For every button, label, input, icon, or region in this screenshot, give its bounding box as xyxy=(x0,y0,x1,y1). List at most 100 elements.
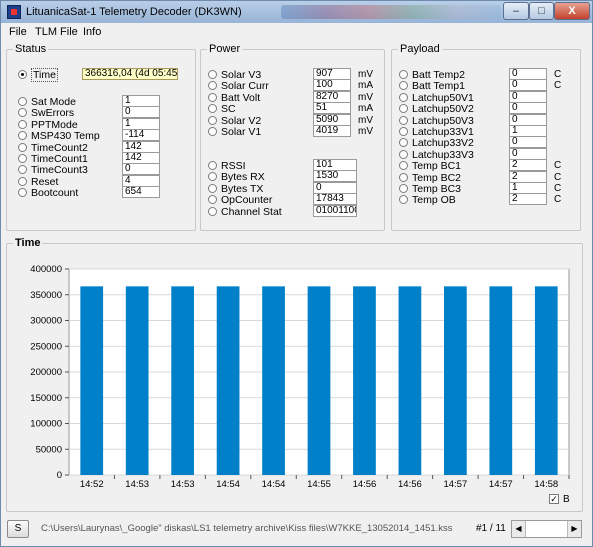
payload-value-latchup33v1[interactable]: 1 xyxy=(509,125,547,137)
status-value-msp430-temp[interactable]: -114 xyxy=(122,129,160,142)
status-row-pptmode[interactable]: PPTMode 1 xyxy=(18,117,188,131)
scroll-thumb[interactable] xyxy=(528,522,566,536)
power-radio-solar-v2[interactable] xyxy=(208,115,217,125)
power-value-solar-v3[interactable]: 907 xyxy=(313,68,351,80)
status-radio-msp430-temp[interactable] xyxy=(18,131,27,141)
payload-radio-latchup33v2[interactable] xyxy=(399,138,408,148)
time-radio[interactable] xyxy=(18,70,27,79)
scroll-right-arrow-icon[interactable]: ▶ xyxy=(567,521,581,537)
status-radio-bootcount[interactable] xyxy=(18,188,27,198)
payload-radio-temp-ob[interactable] xyxy=(399,195,408,205)
payload-radio-batt-temp1[interactable] xyxy=(399,81,408,91)
status-value-timecount1[interactable]: 142 xyxy=(122,152,160,164)
power-row-batt-volt[interactable]: Batt Volt 8270 mV xyxy=(208,90,378,104)
menu-file[interactable]: File xyxy=(9,26,27,38)
status-radio-sat-mode[interactable] xyxy=(18,97,27,106)
payload-value-temp-bc2[interactable]: 2 xyxy=(509,170,547,183)
payload-radio-temp-bc2[interactable] xyxy=(399,172,408,182)
power-row-solar-v2[interactable]: Solar V2 5090 mV xyxy=(208,113,378,127)
payload-row-temp-bc3[interactable]: Temp BC3 1 C xyxy=(399,182,574,195)
payload-radio-latchup50v1[interactable] xyxy=(399,92,408,102)
menu-tlm-file[interactable]: TLM File xyxy=(35,26,78,38)
power-value-rssi[interactable]: 101 xyxy=(313,159,357,171)
payload-value-temp-bc1[interactable]: 2 xyxy=(509,159,547,172)
payload-radio-latchup33v3[interactable] xyxy=(399,149,408,159)
power-value-solar-v2[interactable]: 5090 xyxy=(313,113,351,126)
status-radio-swerrors[interactable] xyxy=(18,108,27,118)
power-value-channel-stat[interactable]: 01001100 xyxy=(313,204,357,217)
b-checkbox[interactable]: ✓ xyxy=(549,494,559,504)
power-radio-solar-v1[interactable] xyxy=(208,127,217,136)
payload-radio-temp-bc1[interactable] xyxy=(399,161,408,171)
status-value-pptmode[interactable]: 1 xyxy=(122,117,160,130)
power-value-opcounter[interactable]: 17843 xyxy=(313,193,357,206)
payload-value-batt-temp2[interactable]: 0 xyxy=(509,68,547,80)
payload-value-batt-temp1[interactable]: 0 xyxy=(509,79,547,92)
status-value-bootcount[interactable]: 654 xyxy=(122,186,160,199)
power-radio-bytes-tx[interactable] xyxy=(208,183,217,193)
payload-value-latchup50v3[interactable]: 0 xyxy=(509,113,547,126)
payload-row-temp-ob[interactable]: Temp OB 2 C xyxy=(399,193,574,206)
s-button[interactable]: S xyxy=(7,520,29,538)
status-radio-timecount3[interactable] xyxy=(18,165,27,175)
status-radio-timecount2[interactable] xyxy=(18,142,27,152)
record-scrollbar[interactable]: ◀ ▶ xyxy=(511,520,582,538)
status-row-msp430-temp[interactable]: MSP430 Temp -114 xyxy=(18,129,188,142)
status-value-timecount3[interactable]: 0 xyxy=(122,163,160,176)
close-button[interactable]: X xyxy=(554,2,590,20)
status-radio-timecount1[interactable] xyxy=(18,154,27,163)
scroll-left-arrow-icon[interactable]: ◀ xyxy=(512,521,526,537)
payload-row-temp-bc2[interactable]: Temp BC2 2 C xyxy=(399,170,574,184)
minimize-button[interactable]: – xyxy=(503,2,529,20)
power-value-solar-v1[interactable]: 4019 xyxy=(313,125,351,137)
status-row-timecount3[interactable]: TimeCount3 0 xyxy=(18,163,188,176)
power-radio-sc[interactable] xyxy=(208,104,217,114)
payload-row-batt-temp2[interactable]: Batt Temp2 0 C xyxy=(399,68,574,81)
power-value-batt-volt[interactable]: 8270 xyxy=(313,90,351,103)
payload-row-batt-temp1[interactable]: Batt Temp1 0 C xyxy=(399,79,574,92)
payload-radio-latchup50v2[interactable] xyxy=(399,104,408,114)
status-radio-reset[interactable] xyxy=(18,176,27,186)
payload-row-latchup50v1[interactable]: Latchup50V1 0 xyxy=(399,90,574,104)
status-value-reset[interactable]: 4 xyxy=(122,174,160,187)
status-time-row[interactable]: Time 366316,04 (4d 05:45:16 xyxy=(18,68,188,82)
payload-radio-temp-bc3[interactable] xyxy=(399,184,408,193)
payload-value-temp-ob[interactable]: 2 xyxy=(509,193,547,206)
power-radio-solar-v3[interactable] xyxy=(208,70,217,79)
title-bar[interactable]: LituanicaSat-1 Telemetry Decoder (DK3WN)… xyxy=(1,1,592,23)
power-row-sc[interactable]: SC 51 mA xyxy=(208,102,378,115)
status-row-bootcount[interactable]: Bootcount 654 xyxy=(18,186,188,199)
power-radio-opcounter[interactable] xyxy=(208,195,217,205)
status-row-sat-mode[interactable]: Sat Mode 1 xyxy=(18,95,188,108)
status-row-timecount2[interactable]: TimeCount2 142 xyxy=(18,140,188,154)
payload-row-latchup50v2[interactable]: Latchup50V2 0 xyxy=(399,102,574,115)
power-radio-batt-volt[interactable] xyxy=(208,92,217,102)
power-value-sc[interactable]: 51 xyxy=(313,102,351,115)
time-value[interactable]: 366316,04 (4d 05:45:16 xyxy=(82,68,178,80)
power-value-bytes-tx[interactable]: 0 xyxy=(313,181,357,194)
payload-row-latchup50v3[interactable]: Latchup50V3 0 xyxy=(399,113,574,127)
power-value-solar-curr[interactable]: 100 xyxy=(313,79,351,92)
payload-radio-latchup33v1[interactable] xyxy=(399,127,408,136)
payload-row-latchup33v3[interactable]: Latchup33V3 0 xyxy=(399,147,574,161)
power-row-solar-curr[interactable]: Solar Curr 100 mA xyxy=(208,79,378,92)
payload-value-latchup50v2[interactable]: 0 xyxy=(509,102,547,115)
power-radio-rssi[interactable] xyxy=(208,161,217,170)
power-row-solar-v3[interactable]: Solar V3 907 mV xyxy=(208,68,378,81)
payload-radio-latchup50v3[interactable] xyxy=(399,115,408,125)
payload-value-latchup33v2[interactable]: 0 xyxy=(509,136,547,149)
payload-row-latchup33v1[interactable]: Latchup33V1 1 xyxy=(399,125,574,138)
payload-row-latchup33v2[interactable]: Latchup33V2 0 xyxy=(399,136,574,149)
status-row-swerrors[interactable]: SwErrors 0 xyxy=(18,106,188,119)
power-radio-bytes-rx[interactable] xyxy=(208,172,217,182)
status-value-swerrors[interactable]: 0 xyxy=(122,106,160,119)
maximize-button[interactable]: □ xyxy=(529,2,554,20)
status-value-timecount2[interactable]: 142 xyxy=(122,140,160,153)
payload-value-latchup50v1[interactable]: 0 xyxy=(509,90,547,103)
power-row-solar-v1[interactable]: Solar V1 4019 mV xyxy=(208,125,378,138)
power-radio-solar-curr[interactable] xyxy=(208,81,217,91)
menu-info[interactable]: Info xyxy=(83,26,101,38)
payload-value-temp-bc3[interactable]: 1 xyxy=(509,182,547,194)
payload-radio-batt-temp2[interactable] xyxy=(399,70,408,79)
status-radio-pptmode[interactable] xyxy=(18,119,27,129)
